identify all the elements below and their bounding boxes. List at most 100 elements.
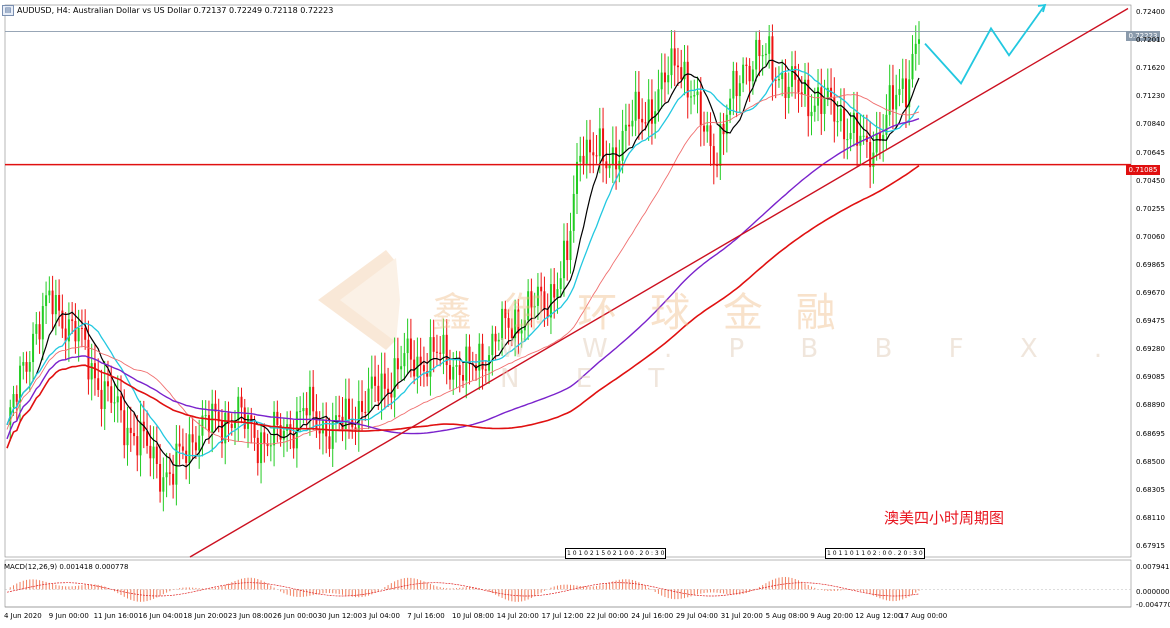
candle-body	[263, 432, 266, 444]
time-tick-label: 30 Jun 12:00	[317, 612, 363, 620]
candle-body	[576, 161, 578, 194]
candle-body	[393, 358, 396, 398]
candle-body	[843, 108, 846, 140]
candle-body	[12, 394, 15, 408]
candle-body	[22, 362, 25, 366]
candle-body	[732, 70, 735, 99]
candle-body	[136, 436, 139, 456]
candle-body	[611, 147, 614, 165]
candle-body	[406, 338, 409, 354]
candle-body	[15, 394, 18, 402]
candle-body	[895, 94, 898, 110]
candle-body	[904, 78, 907, 108]
candle-body	[846, 139, 849, 141]
candle-body	[48, 290, 51, 296]
time-tick-label: 7 Jul 16:00	[407, 612, 445, 620]
candle-body	[240, 396, 243, 408]
candle-body	[771, 36, 774, 80]
period-separator-label: 1 0 1 1 0 1 1 0 2 : 0 0 . 2 0 : 3 0	[825, 548, 925, 559]
candle-body	[751, 69, 754, 82]
time-tick-label: 11 Jun 16:00	[93, 612, 139, 620]
candle-body	[621, 130, 624, 161]
candle-body	[103, 381, 106, 410]
candle-body	[123, 410, 126, 446]
candle-body	[374, 376, 377, 386]
candle-body	[891, 85, 894, 110]
time-tick-label: 22 Jul 00:00	[586, 612, 629, 620]
candle-body	[781, 73, 784, 80]
candle-body	[191, 434, 194, 443]
candle-body	[149, 445, 152, 459]
candle-body	[312, 386, 315, 412]
candle-body	[657, 89, 660, 112]
macd-tick-label: -0.004770	[1136, 601, 1170, 609]
candle-body	[198, 435, 201, 451]
candle-body	[901, 78, 904, 89]
candle-body	[712, 146, 715, 165]
candle-body	[204, 415, 207, 417]
candle-body	[28, 362, 31, 372]
candle-body	[761, 55, 764, 57]
chart-type-icon[interactable]: ▤	[2, 4, 14, 16]
candle-body	[116, 396, 119, 403]
candle-body	[299, 411, 302, 413]
candle-body	[390, 393, 393, 398]
candle-body	[914, 43, 917, 54]
candle-body	[97, 378, 100, 390]
candle-body	[87, 339, 90, 380]
candle-body	[572, 193, 575, 231]
candle-body	[77, 327, 80, 342]
time-tick-label: 26 Jun 00:00	[272, 612, 318, 620]
candle-body	[282, 430, 285, 440]
candle-body	[738, 83, 741, 97]
candle-body	[159, 463, 162, 492]
candle-body	[439, 352, 442, 354]
candle-body	[243, 407, 246, 429]
candle-body	[566, 240, 569, 261]
candle-body	[211, 403, 214, 433]
candle-body	[84, 328, 87, 340]
candle-body	[133, 433, 136, 437]
time-tick-label: 10 Jul 08:00	[452, 612, 494, 620]
candle-body	[435, 351, 438, 353]
candle-body	[276, 411, 279, 425]
chart-title-text: AUDUSD, H4: Australian Dollar vs US Doll…	[17, 5, 334, 15]
price-tick-label: 0.67915	[1136, 542, 1165, 550]
candle-body	[589, 139, 592, 153]
candle-body	[120, 396, 122, 411]
macd-tick-label: 0.007941	[1136, 563, 1170, 571]
candle-body	[644, 122, 647, 124]
candle-body	[696, 91, 699, 96]
candle-body	[146, 431, 149, 446]
watermark-cn: 鑫 御 环 球 金 融	[432, 290, 846, 336]
candle-body	[172, 473, 175, 485]
macd-label: MACD(12,26,9) 0.001418 0.000778	[4, 563, 129, 571]
price-tick-label: 0.68890	[1136, 401, 1165, 410]
candle-body	[748, 65, 751, 82]
candle-body	[624, 124, 627, 131]
candle-body	[595, 155, 598, 157]
price-tick-label: 0.70645	[1136, 148, 1165, 157]
candle-body	[462, 375, 464, 381]
candle-body	[836, 121, 839, 123]
candle-body	[106, 381, 109, 387]
price-tick-label: 0.68695	[1136, 429, 1165, 438]
candle-body	[71, 319, 74, 321]
candle-body	[139, 421, 142, 456]
candle-body	[641, 118, 644, 123]
candle-body	[458, 365, 461, 376]
candle-body	[185, 450, 188, 463]
candle-body	[178, 443, 181, 447]
time-tick-label: 17 Aug 00:00	[900, 612, 948, 620]
time-tick-label: 17 Jul 12:00	[541, 612, 584, 620]
candle-body	[875, 132, 878, 153]
time-tick-label: 9 Jun 00:00	[48, 612, 89, 620]
candle-body	[465, 346, 468, 381]
candle-body	[758, 39, 761, 57]
candle-body	[58, 294, 61, 311]
candle-body	[448, 365, 451, 380]
candle-body	[38, 324, 41, 340]
candle-body	[357, 401, 360, 432]
candle-body	[729, 98, 732, 115]
candle-body	[54, 294, 57, 315]
